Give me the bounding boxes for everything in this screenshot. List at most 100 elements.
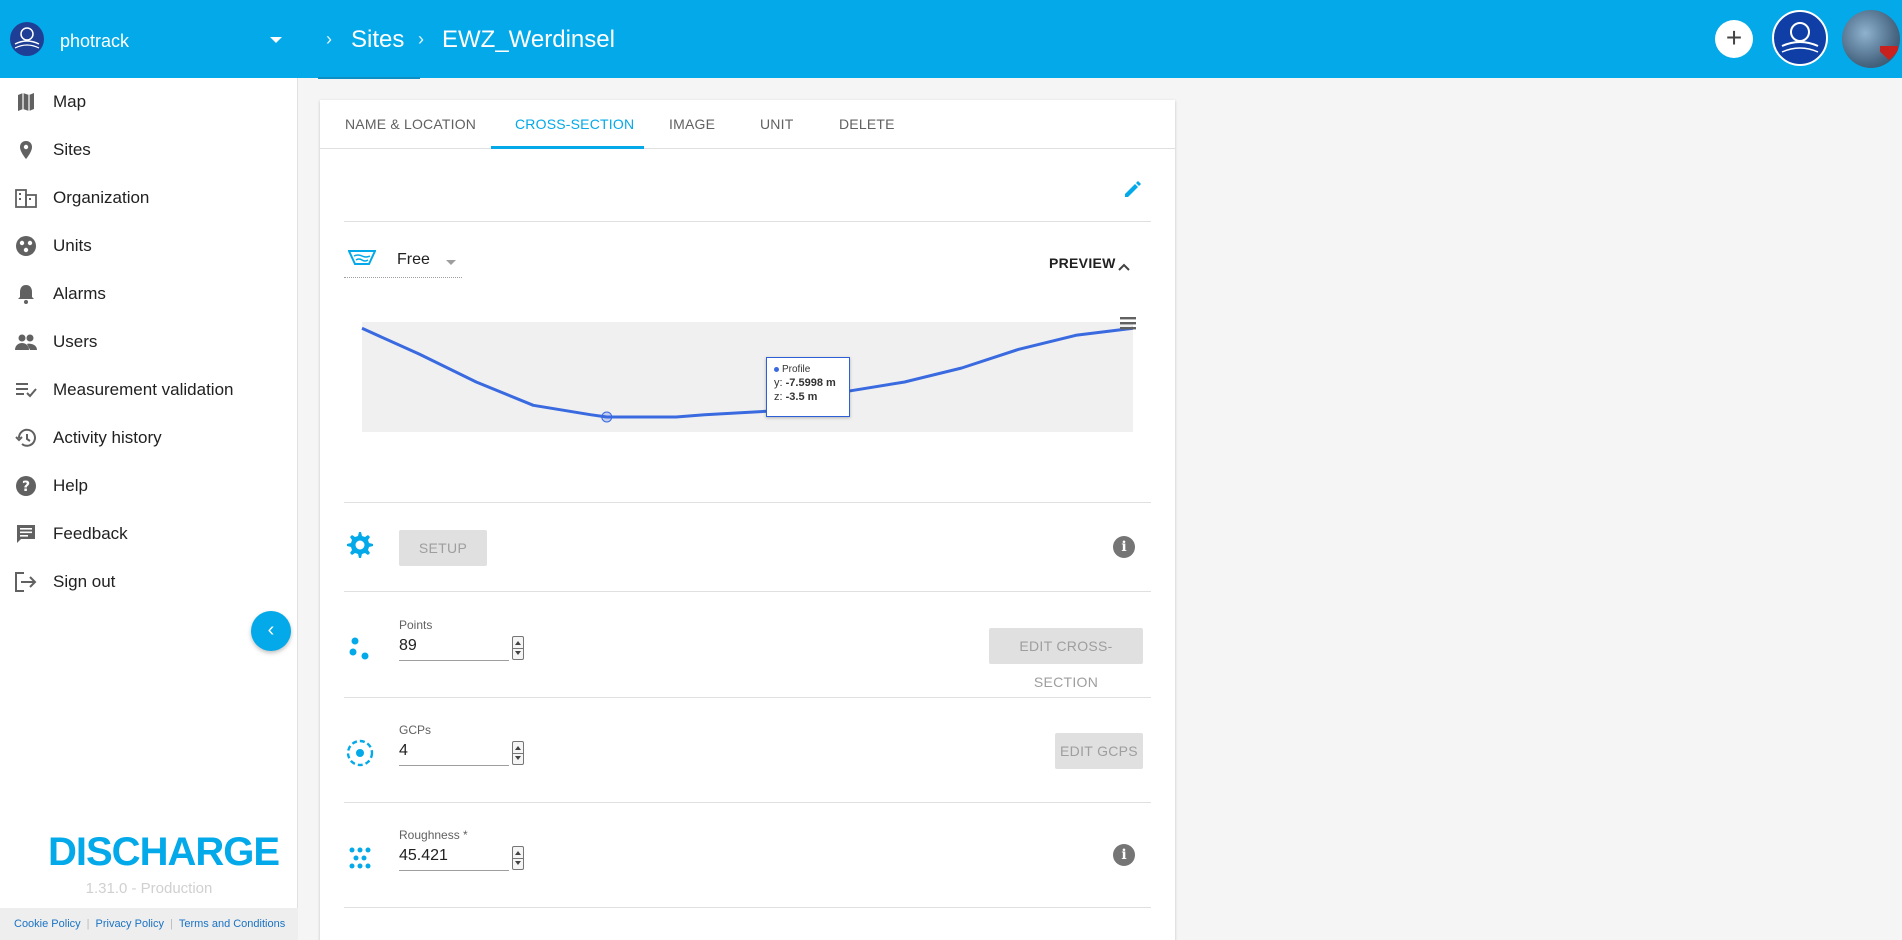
- edit-gcps-button[interactable]: EDIT GCPS: [1055, 733, 1143, 769]
- sidebar-item-label: Sites: [53, 140, 91, 159]
- org-dropdown-icon[interactable]: [270, 37, 282, 43]
- highlighted-point[interactable]: [601, 411, 613, 423]
- units-icon: [14, 234, 38, 258]
- roughness-label: Roughness *: [399, 828, 468, 842]
- svg-text:?: ?: [22, 479, 30, 495]
- sidebar-item-sites[interactable]: Sites: [0, 126, 298, 174]
- user-avatar[interactable]: [1772, 10, 1828, 66]
- sidebar: Map Sites Organization Units Alarms User…: [0, 78, 298, 940]
- sidebar-item-organization[interactable]: Organization: [0, 174, 298, 222]
- sidebar-item-measurement-validation[interactable]: Measurement validation: [0, 366, 298, 414]
- points-stepper[interactable]: [512, 636, 524, 660]
- bell-icon: [14, 282, 38, 306]
- roughness-input[interactable]: 45.421: [399, 843, 509, 871]
- add-button[interactable]: +: [1715, 20, 1753, 58]
- sidebar-item-help[interactable]: ? Help: [0, 462, 298, 510]
- chart-menu-icon[interactable]: [1120, 316, 1136, 330]
- terms-link[interactable]: Terms and Conditions: [179, 918, 285, 930]
- sidebar-item-label: Feedback: [53, 524, 128, 543]
- sidebar-item-units[interactable]: Units: [0, 222, 298, 270]
- series-marker: [774, 366, 779, 372]
- river-profile-icon: [347, 248, 377, 270]
- top-bar: photrack › Sites › EWZ_Werdinsel +: [0, 0, 1902, 78]
- gcp-target-icon: [345, 738, 375, 768]
- app-root: photrack › Sites › EWZ_Werdinsel + Map S…: [0, 0, 1902, 940]
- people-icon: [14, 330, 38, 354]
- building-icon: [14, 186, 38, 210]
- sign-out-icon: [14, 570, 38, 594]
- plot-area: [362, 322, 1133, 432]
- tab-name-location[interactable]: NAME & LOCATION: [345, 116, 476, 132]
- tooltip-y-label: y:: [774, 377, 783, 389]
- dropdown-caret-icon: [446, 260, 456, 265]
- edit-cross-section-button[interactable]: EDIT CROSS-SECTION: [989, 628, 1143, 690]
- gcps-label: GCPs: [399, 723, 432, 737]
- gcps-input[interactable]: 4: [399, 738, 509, 766]
- info-icon[interactable]: i: [1113, 844, 1135, 866]
- tooltip-series-name: Profile: [782, 364, 811, 375]
- link-separator: |: [169, 918, 173, 930]
- chevron-right-icon: ›: [326, 29, 332, 49]
- profile-avatar[interactable]: [1842, 10, 1900, 68]
- tooltip-z-label: z:: [774, 391, 783, 403]
- sidebar-item-label: Measurement validation: [53, 380, 234, 399]
- sidebar-item-alarms[interactable]: Alarms: [0, 270, 298, 318]
- sidebar-item-label: Users: [53, 332, 98, 351]
- points-icon: [345, 633, 375, 663]
- collapse-sidebar-button[interactable]: ‹: [251, 611, 291, 651]
- tab-delete[interactable]: DELETE: [839, 116, 895, 132]
- brand-logo: DISCHARGE: [48, 830, 280, 874]
- cross-section-chart: [361, 322, 1134, 432]
- tab-bar: NAME & LOCATION CROSS-SECTION IMAGE UNIT…: [320, 100, 1175, 149]
- org-logo-icon[interactable]: [10, 22, 44, 56]
- link-separator: |: [86, 918, 90, 930]
- location-pin-icon: [14, 138, 38, 162]
- tooltip-y-value: -7.5998 m: [785, 377, 836, 389]
- cross-section-type-value: Free: [397, 251, 430, 268]
- tab-image[interactable]: IMAGE: [669, 116, 715, 132]
- breadcrumb-sites[interactable]: Sites: [351, 26, 404, 54]
- setup-button[interactable]: SETUP: [399, 530, 487, 566]
- cookie-policy-link[interactable]: Cookie Policy: [14, 918, 81, 930]
- sidebar-item-label: Help: [53, 476, 88, 495]
- sidebar-item-label: Activity history: [53, 428, 162, 447]
- privacy-policy-link[interactable]: Privacy Policy: [96, 918, 164, 930]
- breadcrumb-site-name: EWZ_Werdinsel: [442, 26, 615, 53]
- site-settings-card: NAME & LOCATION CROSS-SECTION IMAGE UNIT…: [320, 100, 1175, 940]
- sidebar-item-sign-out[interactable]: Sign out: [0, 558, 298, 606]
- sidebar-item-label: Organization: [53, 188, 150, 207]
- tab-cross-section[interactable]: CROSS-SECTION: [515, 116, 634, 132]
- preview-toggle-button[interactable]: PREVIEW: [1049, 255, 1116, 271]
- divider: [344, 221, 1151, 222]
- app-version: 1.31.0 - Production: [85, 880, 213, 897]
- sidebar-item-feedback[interactable]: Feedback: [0, 510, 298, 558]
- edit-pencil-icon[interactable]: [1122, 178, 1144, 200]
- roughness-stepper[interactable]: [512, 846, 524, 870]
- tab-unit[interactable]: UNIT: [760, 116, 793, 132]
- sidebar-item-map[interactable]: Map: [0, 78, 298, 126]
- roughness-icon: [345, 843, 375, 873]
- gear-icon: [345, 530, 375, 560]
- emblem-icon: [1880, 46, 1898, 60]
- help-icon: ?: [14, 474, 38, 498]
- checklist-icon: [14, 378, 38, 402]
- sidebar-item-label: Map: [53, 92, 87, 111]
- tooltip-z-value: -3.5 m: [785, 391, 818, 403]
- sidebar-item-label: Alarms: [53, 284, 106, 303]
- sidebar-item-activity-history[interactable]: Activity history: [0, 414, 298, 462]
- gcps-stepper[interactable]: [512, 741, 524, 765]
- sidebar-item-label: Units: [53, 236, 92, 255]
- top-indicator: [318, 77, 420, 79]
- feedback-icon: [14, 522, 38, 546]
- history-icon: [14, 426, 38, 450]
- org-name[interactable]: photrack: [60, 31, 129, 52]
- divider: [344, 802, 1151, 803]
- points-input[interactable]: 89: [399, 633, 509, 661]
- chevron-right-icon: ›: [418, 29, 424, 49]
- chevron-up-icon[interactable]: [1118, 258, 1130, 271]
- divider: [344, 907, 1151, 908]
- footer-links: Cookie Policy | Privacy Policy | Terms a…: [0, 908, 298, 940]
- info-icon[interactable]: i: [1113, 536, 1135, 558]
- chart-tooltip: Profile y: -7.5998 m z: -3.5 m: [766, 357, 850, 417]
- sidebar-item-users[interactable]: Users: [0, 318, 298, 366]
